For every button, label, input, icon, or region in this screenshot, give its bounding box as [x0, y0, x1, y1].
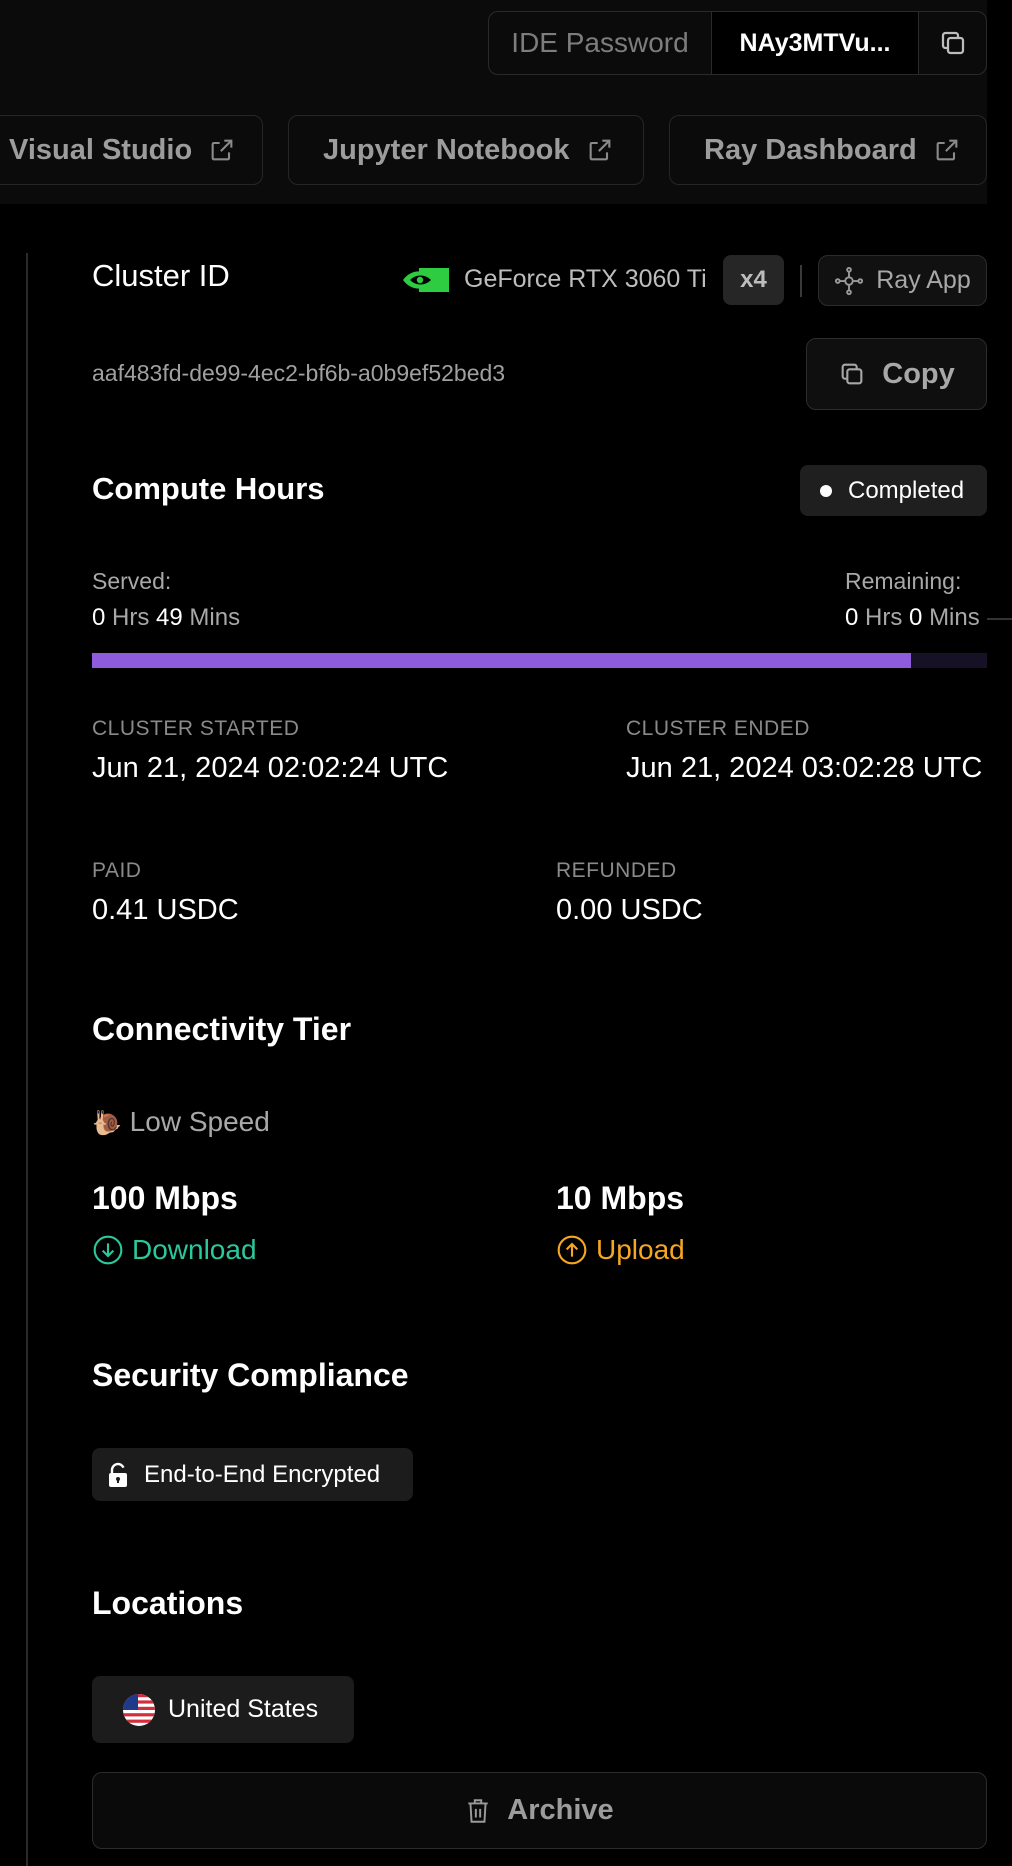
gpu-name: GeForce RTX 3060 Ti — [464, 265, 707, 293]
remaining-mins: 0 — [909, 604, 923, 631]
served-label: Served: — [92, 568, 172, 594]
ray-dashboard-link[interactable]: Ray Dashboard — [669, 115, 987, 185]
remaining-hrs: 0 — [845, 604, 859, 631]
upload-arrow-icon — [557, 1235, 587, 1265]
status-label: Completed — [848, 476, 965, 504]
snail-icon: 🐌 — [92, 1110, 122, 1137]
copy-icon — [941, 31, 964, 55]
paid-value: 0.41 USDC — [92, 894, 239, 926]
nvidia-logo-icon — [403, 268, 449, 292]
gpu-count-badge: x4 — [723, 255, 784, 305]
served-mins: 49 — [156, 604, 183, 631]
security-compliance-title: Security Compliance — [92, 1357, 409, 1393]
visual-studio-link[interactable]: Visual Studio — [0, 115, 263, 185]
paid-label: PAID — [92, 859, 142, 882]
us-flag-icon — [123, 1693, 155, 1726]
ide-password-value[interactable]: NAy3MTVu... — [712, 12, 918, 74]
served-hrs: 0 — [92, 604, 106, 631]
external-link-icon — [589, 139, 610, 161]
mins-unit: Mins — [929, 604, 980, 631]
mins-unit: Mins — [189, 604, 241, 631]
visual-studio-label: Visual Studio — [9, 133, 193, 166]
refunded-value: 0.00 USDC — [556, 894, 703, 926]
compute-progress-fill — [92, 653, 911, 668]
status-badge: Completed — [800, 465, 987, 516]
external-link-icon — [936, 139, 958, 161]
ray-app-icon — [835, 266, 864, 295]
ide-password-label: IDE Password — [489, 12, 712, 74]
external-link-icon — [211, 139, 233, 161]
divider — [987, 618, 1012, 620]
status-dot-icon — [820, 484, 832, 497]
connectivity-tier-value: 🐌 Low Speed — [92, 1106, 270, 1138]
remaining-value: 0 Hrs 0 Mins — [845, 604, 980, 632]
locations-title: Locations — [92, 1585, 244, 1621]
remaining-label: Remaining: — [845, 568, 962, 594]
cluster-id-value: aaf483fd-de99-4ec2-bf6b-a0b9ef52bed3 — [92, 360, 506, 386]
compute-progress-bar — [92, 653, 987, 668]
ray-app-label: Ray App — [876, 266, 971, 294]
cluster-started-label: CLUSTER STARTED — [92, 717, 300, 740]
location-label: United States — [168, 1695, 319, 1723]
download-speed: 100 Mbps — [92, 1180, 238, 1216]
trash-icon — [468, 1798, 488, 1823]
archive-button[interactable]: Archive — [92, 1772, 987, 1849]
copy-label: Copy — [882, 357, 955, 390]
jupyter-notebook-link[interactable]: Jupyter Notebook — [288, 115, 644, 185]
hrs-unit: Hrs — [112, 604, 150, 631]
lock-icon — [109, 1462, 127, 1487]
served-value: 0 Hrs 49 Mins — [92, 604, 240, 632]
upload-label: Upload — [596, 1234, 685, 1265]
refunded-label: REFUNDED — [556, 859, 677, 882]
cluster-started-value: Jun 21, 2024 02:02:24 UTC — [92, 752, 449, 784]
divider — [800, 265, 802, 297]
download-label: Download — [132, 1234, 257, 1265]
jupyter-notebook-label: Jupyter Notebook — [323, 133, 570, 166]
upload-speed: 10 Mbps — [556, 1180, 685, 1216]
download-indicator: Download — [92, 1234, 257, 1266]
hrs-unit: Hrs — [865, 604, 903, 631]
connectivity-tier-title: Connectivity Tier — [92, 1011, 352, 1047]
archive-label: Archive — [507, 1794, 614, 1826]
copy-cluster-id-button[interactable]: Copy — [806, 338, 987, 410]
tier-label: Low Speed — [129, 1106, 270, 1137]
cluster-ended-value: Jun 21, 2024 03:02:28 UTC — [626, 752, 983, 784]
cluster-ended-label: CLUSTER ENDED — [626, 717, 810, 740]
ray-app-button[interactable]: Ray App — [818, 255, 987, 306]
ray-dashboard-label: Ray Dashboard — [704, 133, 917, 166]
upload-indicator: Upload — [556, 1234, 685, 1266]
location-item: United States — [92, 1676, 354, 1743]
cluster-id-title: Cluster ID — [92, 258, 230, 293]
compute-hours-title: Compute Hours — [92, 471, 325, 506]
ide-password-group: IDE Password NAy3MTVu... — [488, 11, 987, 75]
download-arrow-icon — [93, 1235, 123, 1265]
encryption-badge: End-to-End Encrypted — [92, 1448, 413, 1501]
ide-password-copy-button[interactable] — [918, 12, 986, 74]
copy-icon — [841, 363, 863, 385]
timeline-divider — [26, 253, 28, 1866]
encryption-label: End-to-End Encrypted — [144, 1460, 381, 1488]
